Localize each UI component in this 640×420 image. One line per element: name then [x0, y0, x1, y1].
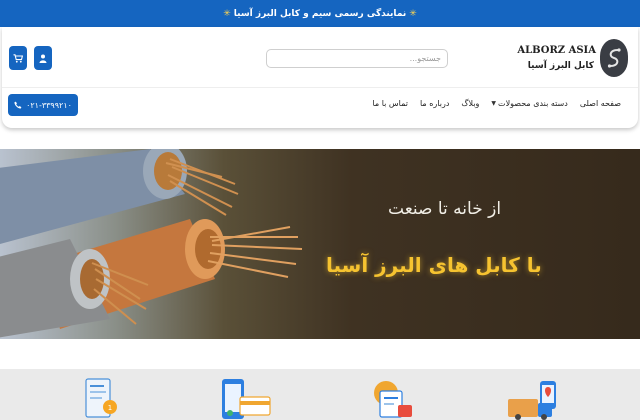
sparkle-icon: ✳	[223, 8, 231, 19]
cart-icon	[13, 53, 23, 63]
header-divider	[2, 87, 638, 88]
announcement-bar: ✳ نمایندگی رسمی سیم و کابل البرز آسیا ✳	[0, 0, 640, 27]
sparkle-icon: ✳	[409, 8, 417, 19]
features-strip: 1	[0, 369, 640, 420]
nav-product-categories-label: دسته بندی محصولات	[498, 99, 568, 108]
phone-number: ۰۲۱-۳۳۹۹۲۱۰	[26, 100, 72, 110]
hero-headline: از خانه تا صنعت	[388, 199, 502, 219]
user-account-button[interactable]	[34, 46, 52, 70]
payment-icon	[374, 381, 412, 418]
caret-down-icon: ▼	[491, 100, 497, 107]
cart-button[interactable]	[9, 46, 27, 70]
site-header: ALBORZ ASIA کابل البرز آسیا صفحه اصلی دس…	[2, 27, 638, 128]
user-icon	[39, 54, 47, 63]
mobile-card-icon	[222, 379, 271, 419]
nav-home[interactable]: صفحه اصلی	[574, 99, 627, 108]
certificate-icon: 1	[85, 378, 117, 418]
phone-icon	[14, 101, 22, 109]
nav-about-label: درباره ما	[419, 99, 450, 108]
phone-call-button[interactable]: ۰۲۱-۳۳۹۹۲۱۰	[8, 94, 78, 116]
search-input[interactable]	[266, 49, 448, 68]
nav-blog-label: وبلاگ	[461, 99, 480, 108]
nav-home-label: صفحه اصلی	[579, 99, 621, 108]
nav-product-categories[interactable]: دسته بندی محصولات ▼	[485, 99, 573, 108]
nav-about[interactable]: درباره ما	[414, 99, 455, 108]
hero-tagline: با کابل های البرز آسیا	[326, 253, 542, 277]
nav-contact-label: تماس با ما	[372, 99, 408, 108]
hero-banner[interactable]: از خانه تا صنعت با کابل های البرز آسیا	[0, 149, 640, 339]
delivery-truck-icon	[508, 381, 556, 420]
logo-name-fa: کابل البرز آسیا	[527, 61, 594, 71]
logo-emblem-icon	[600, 39, 628, 77]
nav-blog[interactable]: وبلاگ	[455, 99, 485, 108]
svg-text:1: 1	[108, 404, 112, 412]
main-nav: صفحه اصلی دسته بندی محصولات ▼ وبلاگ دربار…	[366, 99, 627, 108]
logo-name-en: ALBORZ ASIA	[517, 45, 596, 56]
site-logo[interactable]: ALBORZ ASIA کابل البرز آسیا	[517, 39, 628, 77]
hero-cables-image	[0, 149, 303, 338]
nav-contact[interactable]: تماس با ما	[366, 99, 414, 108]
announcement-text: نمایندگی رسمی سیم و کابل البرز آسیا	[233, 8, 407, 19]
